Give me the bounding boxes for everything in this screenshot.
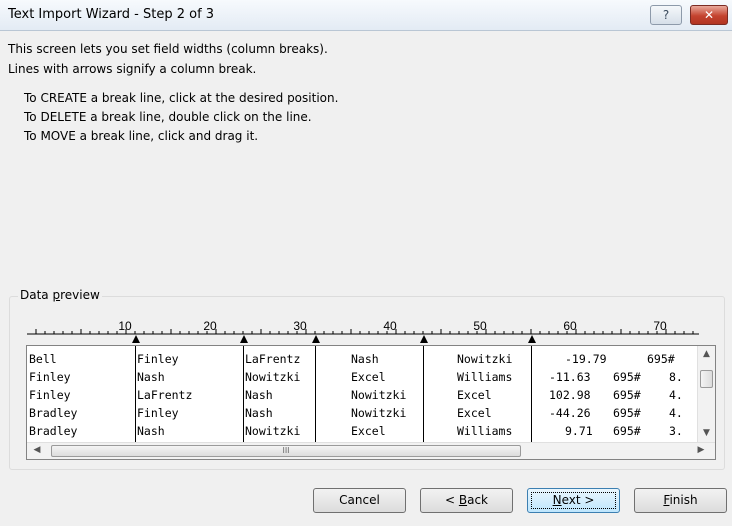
break-arrow-5 [528,335,536,343]
preview-cell: 102.98 [549,388,591,402]
preview-cell: Nash [137,370,165,384]
break-arrow-1 [132,335,140,343]
ruler-label-20: 20 [203,319,217,333]
text-import-wizard-dialog: Text Import Wizard - Step 2 of 3 ? ✕ Thi… [0,0,732,526]
preview-cell: 695# [613,388,641,402]
preview-cell: 8. [669,370,683,384]
data-preview-label: Data preview [18,288,102,302]
preview-cell: 4. [669,388,683,402]
column-ruler[interactable]: 10 20 30 40 50 60 70 [27,314,699,344]
break-arrow-4 [420,335,428,343]
ruler-label-10: 10 [118,319,132,333]
preview-cell: Nowitzki [245,424,301,438]
preview-row: Finley LaFrentz Nash Nowitzki Excel 102.… [27,388,697,403]
instruction-create: To CREATE a break line, click at the des… [24,91,339,105]
preview-cell: -44.26 [549,406,591,420]
preview-cell: Williams [457,424,513,438]
scroll-right-arrow-icon[interactable]: ▶ [695,445,707,455]
preview-cell: 4. [669,406,683,420]
ruler-label-50: 50 [473,319,487,333]
preview-cell: Finley [29,388,71,402]
scroll-up-arrow-icon[interactable]: ▲ [701,349,712,359]
instruction-line-1: This screen lets you set field widths (c… [8,42,328,56]
data-preview-grid[interactable]: Bell Finley LaFrentz Nash Nowitzki -19.7… [27,346,697,442]
preview-cell: Nowitzki [351,406,407,420]
window-title: Text Import Wizard - Step 2 of 3 [8,7,215,22]
preview-cell: Excel [457,406,492,420]
preview-cell: Finley [29,370,71,384]
scroll-down-arrow-icon[interactable]: ▼ [701,428,712,438]
preview-cell: Excel [351,370,386,384]
focus-rectangle [531,492,616,509]
preview-cell: Nash [137,424,165,438]
break-arrow-3 [312,335,320,343]
preview-cell: 695# [613,424,641,438]
preview-cell: LaFrentz [245,352,301,366]
preview-cell: Nash [245,406,273,420]
preview-cell: Williams [457,370,513,384]
preview-cell: 695# [647,352,675,366]
preview-cell: Bell [29,352,57,366]
cancel-button[interactable]: Cancel [313,488,406,513]
preview-cell: Nowitzki [457,352,513,366]
preview-row: Bell Finley LaFrentz Nash Nowitzki -19.7… [27,352,697,367]
finish-button[interactable]: Finish [634,488,727,513]
title-bar[interactable]: Text Import Wizard - Step 2 of 3 ? ✕ [0,0,732,31]
preview-cell: Nowitzki [351,388,407,402]
preview-cell: -11.63 [549,370,591,384]
ruler-label-70: 70 [653,319,667,333]
next-button[interactable]: Next > [527,488,620,513]
preview-cell: Excel [457,388,492,402]
preview-cell: Excel [351,424,386,438]
preview-cell: Bradley [29,424,78,438]
vertical-scrollbar[interactable]: ▲ ▼ [697,346,715,442]
preview-cell: Finley [137,352,179,366]
horizontal-scrollbar[interactable]: ◀ III ▶ [27,442,715,459]
help-button[interactable]: ? [650,5,682,25]
preview-cell: LaFrentz [137,388,193,402]
scroll-left-arrow-icon[interactable]: ◀ [31,445,43,455]
preview-cell: Bradley [29,406,78,420]
instruction-move: To MOVE a break line, click and drag it. [24,129,259,143]
preview-cell: Nash [351,352,379,366]
preview-row: Bradley Finley Nash Nowitzki Excel -44.2… [27,406,697,421]
vertical-scroll-thumb[interactable] [700,370,713,388]
preview-cell: 3. [669,424,683,438]
preview-cell: 695# [613,406,641,420]
horizontal-scroll-thumb[interactable]: III [51,445,521,457]
ruler-label-60: 60 [563,319,577,333]
instruction-delete: To DELETE a break line, double click on … [24,110,312,124]
preview-cell: Finley [137,406,179,420]
instruction-line-2: Lines with arrows signify a column break… [8,62,257,76]
preview-cell: Nowitzki [245,370,301,384]
preview-cell: 695# [613,370,641,384]
preview-row: Finley Nash Nowitzki Excel Williams -11.… [27,370,697,385]
ruler-label-40: 40 [383,319,397,333]
back-button[interactable]: < Back [420,488,513,513]
ruler-label-30: 30 [293,319,307,333]
data-preview-box[interactable]: Bell Finley LaFrentz Nash Nowitzki -19.7… [26,345,716,460]
preview-cell: -19.79 [565,352,607,366]
close-button[interactable]: ✕ [690,5,728,25]
preview-cell: 9.71 [565,424,593,438]
break-arrow-2 [240,335,248,343]
preview-cell: Nash [245,388,273,402]
preview-row: Bradley Nash Nowitzki Excel Williams 9.7… [27,424,697,439]
